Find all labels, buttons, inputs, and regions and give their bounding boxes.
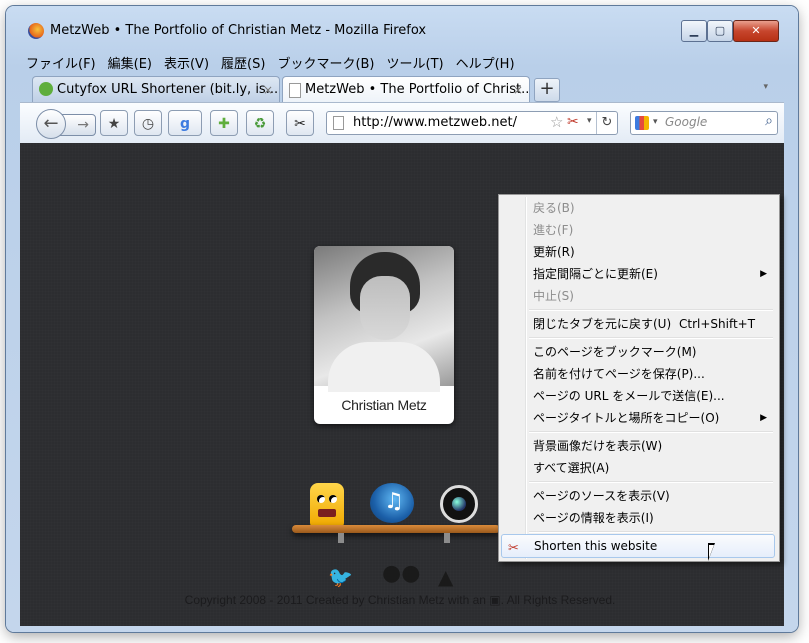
submenu-arrow-icon: ▶ [760, 269, 767, 279]
firefox-logo-icon [28, 23, 44, 39]
cutyfox-favicon-icon [39, 82, 53, 96]
menu-item-auto-reload[interactable]: 指定間隔ごとに更新(E) ▶ [501, 263, 775, 285]
tree-icon[interactable]: ▲ [438, 565, 453, 589]
page-icon [333, 116, 344, 130]
menu-item-shorten-website[interactable]: ✂ Shorten this website [501, 534, 775, 558]
url-text[interactable]: http://www.metzweb.net/ [353, 115, 517, 130]
menu-bookmarks[interactable]: ブックマーク(B) [271, 50, 380, 72]
profile-name: Christian Metz [341, 397, 427, 413]
menu-edit[interactable]: 編集(E) [102, 50, 158, 72]
menu-item-forward[interactable]: 進む(F) [501, 219, 775, 241]
tab-label: MetzWeb • The Portfolio of Christ... [305, 82, 530, 97]
menu-tools[interactable]: ツール(T) [381, 50, 450, 72]
tab-list-button[interactable]: ▾ [763, 82, 768, 92]
search-icon[interactable]: ⌕ [765, 113, 773, 129]
title-bar: MetzWeb • The Portfolio of Christian Met… [6, 6, 798, 42]
bookmarks-icon: ★ [107, 116, 121, 132]
menu-bar: ファイル(F) 編集(E) 表示(V) 履歴(S) ブックマーク(B) ツール(… [20, 50, 521, 72]
search-bar[interactable]: ▾ Google ⌕ [630, 111, 778, 135]
menu-item-reload[interactable]: 更新(R) [501, 241, 775, 263]
menu-item-select-all[interactable]: すべて選択(A) [501, 457, 775, 479]
navigation-toolbar: ← → ★ ◷ g ✚ ♻ ✂ http://www.metzweb.net/ … [20, 102, 784, 144]
menu-item-bookmark-page[interactable]: このページをブックマーク(M) [501, 341, 775, 363]
search-engine-icon[interactable] [635, 116, 649, 130]
monster-icon[interactable] [310, 483, 344, 527]
menu-item-stop[interactable]: 中止(S) [501, 285, 775, 307]
recycle-button[interactable]: ♻ [246, 110, 274, 136]
menu-item-view-source[interactable]: ページのソースを表示(V) [501, 485, 775, 507]
menu-item-view-background[interactable]: 背景画像だけを表示(W) [501, 435, 775, 457]
context-menu: 戻る(B) 進む(F) 更新(R) 指定間隔ごとに更新(E) ▶ 中止(S) 閉じ… [498, 194, 780, 562]
menu-help[interactable]: ヘルプ(H) [450, 50, 521, 72]
window-title: MetzWeb • The Portfolio of Christian Met… [50, 23, 427, 38]
history-button[interactable]: ◷ [134, 110, 162, 136]
close-button[interactable]: ✕ [733, 20, 779, 42]
new-tab-button[interactable]: + [534, 78, 560, 102]
back-forward-group: ← → [36, 109, 98, 139]
addons-button[interactable]: ✚ [210, 110, 238, 136]
page-footer: Copyright 2008 - 2011 Created by Christi… [184, 593, 616, 607]
google-toolbar-button[interactable]: g [168, 110, 202, 136]
scissors-icon[interactable]: ✂ [567, 114, 579, 130]
bookmarks-button[interactable]: ★ [100, 110, 128, 136]
shorten-url-button[interactable]: ✂ [286, 110, 314, 136]
menu-history[interactable]: 履歴(S) [215, 50, 271, 72]
itunes-icon[interactable]: ♫ [370, 483, 414, 523]
camera-lens-icon[interactable] [440, 485, 478, 523]
mouse-cursor [708, 543, 722, 561]
tab-label: Cutyfox URL Shortener (bit.ly, is.... [57, 82, 280, 97]
search-placeholder[interactable]: Google [665, 115, 707, 129]
twitter-icon[interactable]: 🐦 [328, 565, 353, 589]
minimize-button[interactable]: ▁ [681, 20, 707, 42]
submenu-arrow-icon: ▶ [760, 413, 767, 423]
url-bar[interactable]: http://www.metzweb.net/ ☆ ✂ ▾ ↻ [326, 111, 618, 135]
menu-item-page-info[interactable]: ページの情報を表示(I) [501, 507, 775, 529]
bookmark-star-icon[interactable]: ☆ [550, 113, 563, 131]
flickr-icon[interactable]: ●● [382, 561, 420, 586]
shortcut-text: Ctrl+Shift+T [679, 317, 756, 331]
shelf-bracket [444, 533, 450, 543]
menu-view[interactable]: 表示(V) [158, 50, 215, 72]
google-icon: g [179, 116, 191, 132]
page-favicon-icon [289, 83, 301, 98]
menu-file[interactable]: ファイル(F) [20, 50, 102, 72]
menu-item-send-link[interactable]: ページの URL をメールで送信(E)... [501, 385, 775, 407]
profile-photo [314, 246, 454, 392]
tab-strip: Cutyfox URL Shortener (bit.ly, is.... × … [20, 76, 784, 102]
addon-icon: ✚ [218, 116, 230, 132]
tab-cutyfox[interactable]: Cutyfox URL Shortener (bit.ly, is.... × [32, 76, 280, 102]
scissors-icon: ✂ [294, 116, 306, 132]
search-engine-dropdown-icon[interactable]: ▾ [653, 117, 658, 127]
history-icon: ◷ [141, 116, 155, 132]
menu-item-save-page[interactable]: 名前を付けてページを保存(P)... [501, 363, 775, 385]
reload-button[interactable]: ↻ [596, 112, 617, 134]
back-button[interactable]: ← [36, 109, 66, 139]
shelf-bracket [338, 533, 344, 543]
menu-item-undo-close-tab[interactable]: 閉じたタブを元に戻す(U) Ctrl+Shift+T [501, 313, 775, 335]
menu-item-back[interactable]: 戻る(B) [501, 197, 775, 219]
tab-metzweb[interactable]: MetzWeb • The Portfolio of Christ... × [282, 76, 530, 102]
tab-close-icon[interactable]: × [263, 77, 273, 102]
menu-item-copy-title-location[interactable]: ページタイトルと場所をコピー(O) ▶ [501, 407, 775, 429]
scissors-icon: ✂ [508, 541, 519, 556]
url-history-dropdown-icon[interactable]: ▾ [587, 116, 592, 126]
profile-card[interactable]: Christian Metz [314, 246, 454, 424]
tab-close-icon[interactable]: × [513, 77, 523, 102]
wooden-shelf [292, 525, 500, 533]
maximize-button[interactable]: ▢ [707, 20, 733, 42]
recycle-icon: ♻ [253, 116, 267, 132]
